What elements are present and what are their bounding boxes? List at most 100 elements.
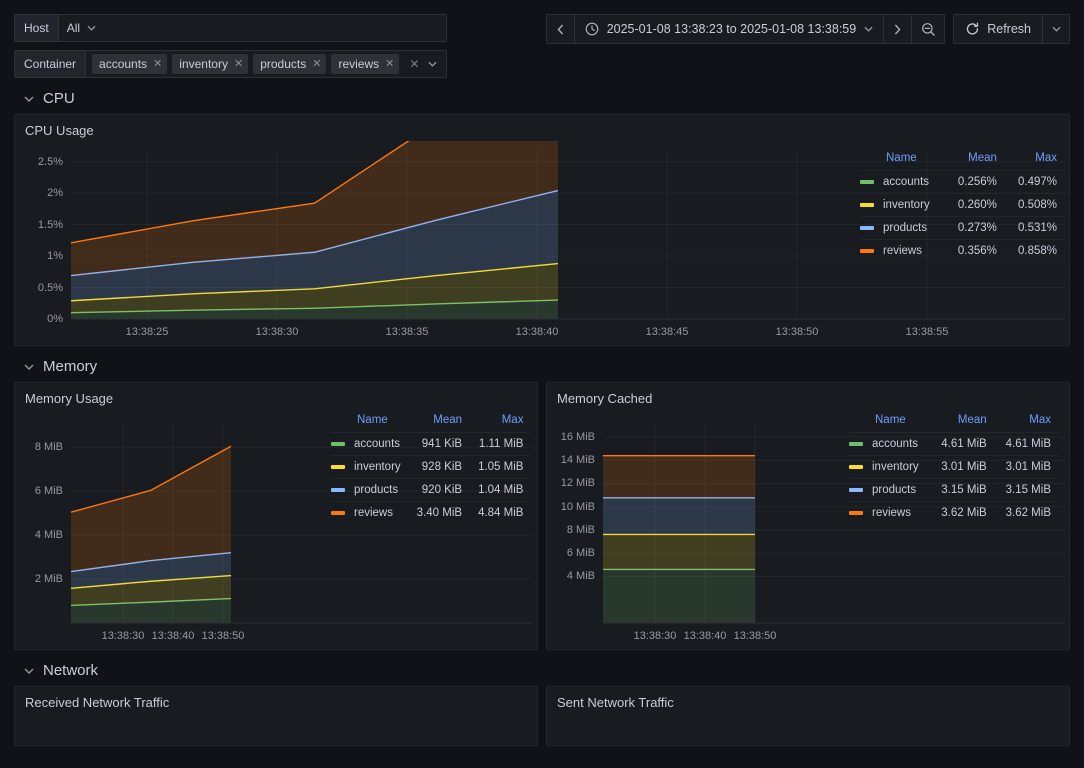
legend-series-name[interactable]: reviews: [331, 501, 409, 524]
legend-series-name[interactable]: reviews: [860, 239, 945, 262]
time-controls: 2025-01-08 13:38:23 to 2025-01-08 13:38:…: [545, 14, 1070, 44]
chevron-down-icon: [864, 26, 873, 32]
chip-inventory[interactable]: inventory ✕: [172, 54, 249, 74]
legend-series-name[interactable]: inventory: [331, 455, 409, 479]
legend-header-mean[interactable]: Mean: [409, 411, 470, 433]
refresh-label: Refresh: [987, 22, 1031, 36]
legend-mean-value: 0.273%: [944, 216, 1005, 240]
section-header-network[interactable]: Network: [0, 650, 1084, 686]
chip-reviews[interactable]: reviews ✕: [331, 54, 400, 74]
chip-products[interactable]: products ✕: [253, 54, 327, 74]
legend-row[interactable]: reviews 3.40 MiB 4.84 MiB: [331, 501, 532, 524]
chip-accounts[interactable]: accounts ✕: [92, 54, 168, 74]
legend-series-name[interactable]: products: [860, 216, 945, 240]
legend-mean-value: 928 KiB: [408, 455, 471, 479]
legend-series-name[interactable]: inventory: [849, 455, 931, 479]
legend-row[interactable]: reviews 0.356% 0.858%: [860, 239, 1065, 262]
legend-max-value: 1.05 MiB: [470, 455, 532, 479]
legend-header-max[interactable]: Max: [995, 411, 1059, 433]
refresh-button[interactable]: Refresh: [954, 15, 1043, 43]
memory-panel-row: Memory Usage 2 MiB 4 MiB 6 MiB 8 MiB 13:38:3…: [0, 382, 1084, 650]
legend-mean-value: 0.256%: [944, 170, 1005, 194]
legend-header-max[interactable]: Max: [1005, 149, 1065, 171]
legend-header-name[interactable]: Name: [331, 411, 409, 433]
time-shift-back-button[interactable]: [547, 15, 575, 43]
legend-cpu-usage: Name Mean Max accounts 0.256% 0.497% inventory…: [860, 149, 1065, 262]
legend-row[interactable]: products 0.273% 0.531%: [860, 216, 1065, 240]
legend-table: Name Mean Max accounts 4.61 MiB 4.61 MiB inven…: [849, 411, 1059, 524]
series-area-products: [603, 497, 755, 535]
legend-color-swatch: [331, 511, 345, 515]
variable-container-label: Container: [15, 51, 87, 77]
panel-cpu-usage: CPU Usage 0% 0.5% 1% 1.5% 2% 2.5% 13:38:25 13:3…: [14, 114, 1070, 346]
series-area-accounts: [603, 569, 755, 623]
variable-host[interactable]: Host All: [14, 14, 448, 42]
legend-row[interactable]: inventory 928 KiB 1.05 MiB: [331, 455, 532, 479]
legend-header-max[interactable]: Max: [470, 411, 531, 433]
variable-container[interactable]: Container accounts ✕ inventory ✕ product…: [14, 50, 448, 78]
legend-row[interactable]: products 3.15 MiB 3.15 MiB: [849, 478, 1059, 502]
legend-series-name[interactable]: reviews: [849, 501, 931, 524]
legend-mean-value: 3.15 MiB: [930, 478, 995, 502]
legend-row[interactable]: inventory 3.01 MiB 3.01 MiB: [849, 455, 1059, 479]
panel-title-sent-network-traffic: Sent Network Traffic: [557, 695, 674, 710]
legend-series-name[interactable]: products: [331, 478, 409, 502]
legend-header-mean[interactable]: Mean: [945, 149, 1005, 171]
variable-container-chips: accounts ✕ inventory ✕ products ✕ review…: [86, 51, 405, 77]
legend-row[interactable]: reviews 3.62 MiB 3.62 MiB: [849, 501, 1059, 524]
legend-header-mean[interactable]: Mean: [930, 411, 994, 433]
legend-series-name[interactable]: accounts: [860, 170, 945, 194]
legend-series-name[interactable]: inventory: [860, 193, 945, 217]
legend-series-name[interactable]: products: [849, 478, 931, 502]
legend-memory-usage: Name Mean Max accounts 941 KiB 1.11 MiB invent…: [331, 411, 532, 524]
legend-max-value: 0.497%: [1004, 170, 1065, 194]
legend-max-value: 4.84 MiB: [470, 501, 532, 524]
chevron-down-icon[interactable]: [428, 61, 437, 67]
variable-host-value: All: [66, 21, 81, 35]
zoom-out-time-button[interactable]: [912, 15, 944, 43]
legend-series-name[interactable]: accounts: [331, 432, 409, 456]
chip-accounts-remove-icon[interactable]: ✕: [153, 58, 162, 70]
panel-title-received-network-traffic: Received Network Traffic: [25, 695, 170, 710]
chip-inventory-remove-icon[interactable]: ✕: [234, 58, 243, 70]
legend-max-value: 3.01 MiB: [994, 455, 1059, 479]
chip-products-label: products: [260, 57, 307, 71]
legend-header-name[interactable]: Name: [860, 149, 945, 171]
time-range-display[interactable]: 2025-01-08 13:38:23 to 2025-01-08 13:38:…: [575, 15, 885, 43]
time-range-picker[interactable]: 2025-01-08 13:38:23 to 2025-01-08 13:38:…: [545, 14, 946, 44]
legend-header-name[interactable]: Name: [849, 411, 930, 433]
template-variables: Host All Container accounts ✕ inventory …: [14, 14, 448, 78]
legend-color-swatch: [849, 465, 863, 469]
series-area-reviews: [603, 455, 755, 498]
legend-row[interactable]: accounts 941 KiB 1.11 MiB: [331, 432, 532, 456]
refresh-interval-dropdown[interactable]: [1043, 15, 1069, 43]
legend-mean-value: 0.356%: [944, 239, 1005, 262]
variable-host-value-picker[interactable]: All: [59, 15, 104, 41]
chip-reviews-remove-icon[interactable]: ✕: [385, 58, 394, 70]
refresh-control[interactable]: Refresh: [953, 14, 1070, 44]
legend-color-swatch: [860, 249, 874, 253]
panel-title-memory-usage: Memory Usage: [25, 391, 114, 406]
clear-all-icon[interactable]: ✕: [409, 57, 419, 71]
legend-row[interactable]: accounts 4.61 MiB 4.61 MiB: [849, 432, 1059, 456]
legend-color-swatch: [860, 226, 874, 230]
legend-row[interactable]: products 920 KiB 1.04 MiB: [331, 478, 532, 502]
chevron-down-icon: [24, 668, 34, 674]
section-header-cpu[interactable]: CPU: [0, 78, 1084, 114]
legend-series-name[interactable]: accounts: [849, 432, 931, 456]
panel-memory-cached: Memory Cached 4 MiB 6 MiB 8 MiB 10 MiB 12 Mi…: [546, 382, 1070, 650]
clock-icon: [585, 22, 599, 36]
legend-row[interactable]: inventory 0.260% 0.508%: [860, 193, 1065, 217]
legend-color-swatch: [331, 488, 345, 492]
legend-max-value: 0.858%: [1004, 239, 1065, 262]
chip-products-remove-icon[interactable]: ✕: [312, 58, 321, 70]
legend-row[interactable]: accounts 0.256% 0.497%: [860, 170, 1065, 194]
chevron-left-icon: [557, 24, 564, 35]
time-range-text: 2025-01-08 13:38:23 to 2025-01-08 13:38:…: [606, 22, 857, 36]
chevron-down-icon: [24, 96, 34, 102]
legend-table: Name Mean Max accounts 0.256% 0.497% inventory…: [860, 149, 1065, 262]
time-shift-forward-button[interactable]: [884, 15, 913, 43]
section-header-memory[interactable]: Memory: [0, 346, 1084, 382]
legend-max-value: 3.62 MiB: [994, 501, 1059, 524]
legend-color-swatch: [331, 442, 345, 446]
